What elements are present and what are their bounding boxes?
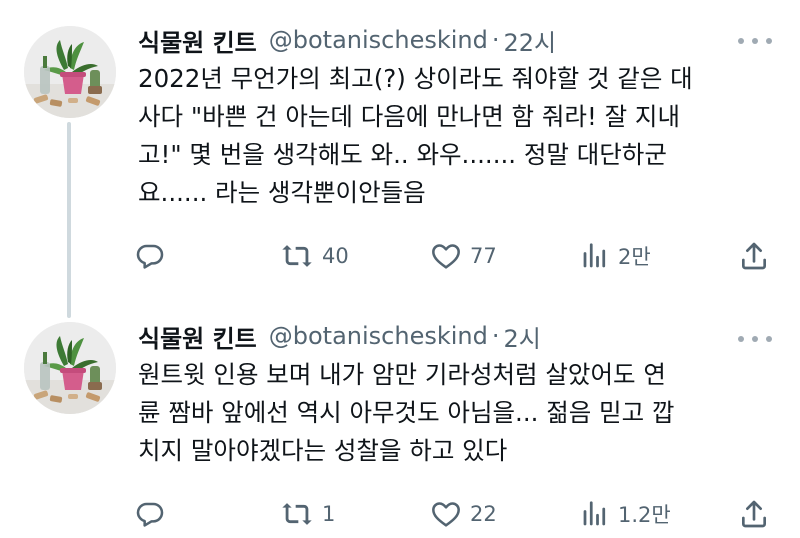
reply-icon <box>136 502 164 527</box>
tweet-text-line: 사다 "바쁜 건 아는데 다음에 만나면 함 줘라! 잘 지내 <box>138 102 680 131</box>
views-button[interactable]: 2만 <box>580 238 651 274</box>
share-button[interactable] <box>738 238 770 274</box>
author-name[interactable]: 식물원 킨트 <box>138 319 257 354</box>
tweet-text: 2022년 무언가의 최고(?) 상이라도 줘야할 것 같은 대 사다 "바쁜 … <box>138 60 778 212</box>
retweet-count: 40 <box>322 244 349 268</box>
tweet-text-line: 륜 짬바 앞에선 역시 아무것도 아님을... 젊음 믿고 깝 <box>138 398 675 427</box>
separator-dot: · <box>491 322 500 350</box>
action-bar: 40 77 2만 <box>0 238 800 274</box>
tweet-header: 식물원 킨트 @botanischeskind · 2시 <box>138 319 541 354</box>
reply-button[interactable] <box>134 496 166 532</box>
more-options-icon[interactable] <box>738 329 772 349</box>
like-count: 22 <box>470 502 497 526</box>
timestamp[interactable]: 22시 <box>504 23 557 58</box>
author-handle[interactable]: @botanischeskind <box>269 322 488 350</box>
more-options-icon[interactable] <box>738 31 772 51</box>
heart-icon <box>432 244 460 269</box>
tweet-text-line: 고!" 몇 번을 생각해도 와.. 와우....... 정말 대단하군 <box>138 140 667 169</box>
reply-button[interactable] <box>134 238 166 274</box>
retweet-button[interactable]: 1 <box>280 496 335 532</box>
share-button[interactable] <box>738 496 770 532</box>
like-button[interactable]: 77 <box>430 238 497 274</box>
author-handle[interactable]: @botanischeskind <box>269 26 488 54</box>
tweet[interactable]: 식물원 킨트 @botanischeskind · 2시 원트윗 인용 보며 내… <box>0 300 800 538</box>
tweet-text-line: 원트윗 인용 보며 내가 암만 기라성처럼 살았어도 연 <box>138 360 666 389</box>
analytics-icon <box>583 501 606 526</box>
separator-dot: · <box>491 26 500 54</box>
tweet-text-line: 요...... 라는 생각뿐이안들음 <box>138 178 426 207</box>
avatar[interactable] <box>24 322 116 414</box>
retweet-icon <box>282 503 312 525</box>
tweet-text: 원트윗 인용 보며 내가 암만 기라성처럼 살았어도 연 륜 짬바 앞에선 역시… <box>138 356 778 470</box>
plant-photo-avatar-icon <box>24 322 116 414</box>
analytics-icon <box>583 243 606 268</box>
share-icon <box>742 242 766 270</box>
like-button[interactable]: 22 <box>430 496 497 532</box>
retweet-count: 1 <box>322 502 336 526</box>
heart-icon <box>432 502 460 527</box>
tweet-header: 식물원 킨트 @botanischeskind · 22시 <box>138 23 557 58</box>
avatar[interactable] <box>24 26 116 118</box>
views-button[interactable]: 1.2만 <box>580 496 671 532</box>
retweet-button[interactable]: 40 <box>280 238 349 274</box>
author-name[interactable]: 식물원 킨트 <box>138 23 257 58</box>
tweet-text-line: 2022년 무언가의 최고(?) 상이라도 줘야할 것 같은 대 <box>138 64 693 93</box>
timestamp[interactable]: 2시 <box>504 319 541 354</box>
share-icon <box>742 500 766 528</box>
action-bar: 1 22 1.2만 <box>0 496 800 532</box>
tweet[interactable]: 식물원 킨트 @botanischeskind · 22시 2022년 무언가의… <box>0 0 800 300</box>
plant-photo-avatar-icon <box>24 26 116 118</box>
tweet-text-line: 치지 말아야겠다는 성찰을 하고 있다 <box>138 436 508 465</box>
views-count: 1.2만 <box>618 503 671 527</box>
like-count: 77 <box>470 244 497 268</box>
views-count: 2만 <box>618 245 651 269</box>
retweet-icon <box>282 245 312 267</box>
reply-icon <box>136 244 164 269</box>
